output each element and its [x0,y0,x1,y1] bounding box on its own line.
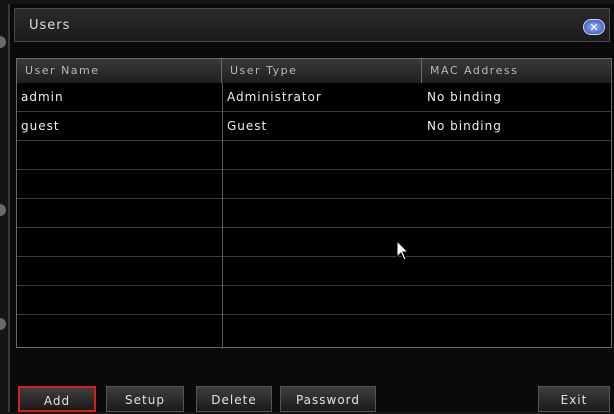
cell-user-name: guest [21,119,60,133]
add-button[interactable]: Add [18,386,96,412]
close-button[interactable]: ✕ [583,19,605,35]
cell-user-type: Administrator [227,90,322,104]
cell-mac-address: No binding [427,90,502,104]
window-title: Users [29,18,71,33]
table-row[interactable]: guest Guest No binding [17,112,611,141]
side-marker [0,318,6,330]
close-icon: ✕ [589,20,599,34]
password-button[interactable]: Password [280,386,376,412]
table-row-empty[interactable] [17,286,611,315]
title-bar: Users ✕ [14,8,610,42]
side-marker [0,36,6,48]
table-header: User Name User Type MAC Address [17,59,611,83]
column-divider [222,83,223,349]
exit-button[interactable]: Exit [538,386,610,412]
delete-button[interactable]: Delete [196,386,272,412]
mouse-pointer-icon [396,240,410,261]
table-row[interactable]: admin Administrator No binding [17,83,611,112]
setup-button[interactable]: Setup [106,386,184,412]
table-row-empty[interactable] [17,170,611,199]
cell-mac-address: No binding [427,119,502,133]
table-row-empty[interactable] [17,199,611,228]
side-marker [0,204,6,216]
cell-user-type: Guest [227,119,268,133]
users-table: User Name User Type MAC Address admin Ad… [16,58,612,349]
table-row-empty[interactable] [17,141,611,170]
button-bar: Add Setup Delete Password Exit [0,386,614,412]
column-header-mac-address[interactable]: MAC Address [422,59,611,83]
table-row-empty[interactable] [17,228,611,257]
table-row-empty[interactable] [17,257,611,286]
column-header-user-name[interactable]: User Name [17,59,222,83]
column-header-user-type[interactable]: User Type [222,59,422,83]
cell-user-name: admin [21,90,64,104]
table-row-empty[interactable] [17,315,611,344]
